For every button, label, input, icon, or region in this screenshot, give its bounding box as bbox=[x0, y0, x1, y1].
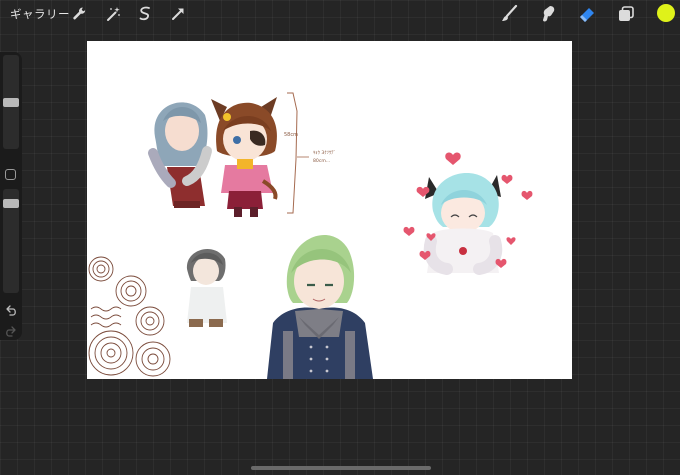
character-horse-ears bbox=[211, 97, 278, 217]
eraser-icon[interactable] bbox=[576, 3, 598, 25]
svg-text:58cm: 58cm bbox=[284, 132, 298, 138]
modify-button-icon[interactable] bbox=[5, 169, 16, 180]
character-green-hair bbox=[267, 234, 373, 379]
layers-icon[interactable] bbox=[615, 3, 637, 25]
brush-icon[interactable] bbox=[498, 3, 520, 25]
selection-icon[interactable] bbox=[134, 3, 156, 25]
artwork: 58cm ｷｮｳ 3ｸｿｳﾃﾞ 80cm... bbox=[88, 92, 533, 379]
character-cat-ears bbox=[423, 172, 503, 275]
height-annotation: 58cm ｷｮｳ 3ｸｿｳﾃﾞ 80cm... bbox=[284, 92, 336, 214]
svg-text:80cm...: 80cm... bbox=[313, 158, 330, 164]
drawing-canvas[interactable]: 58cm ｷｮｳ 3ｸｿｳﾃﾞ 80cm... bbox=[87, 41, 572, 379]
magic-wand-icon[interactable] bbox=[102, 3, 124, 25]
character-blue-hair bbox=[148, 102, 212, 208]
transform-icon[interactable] bbox=[167, 3, 189, 25]
sidebar bbox=[0, 52, 22, 340]
color-picker-swatch[interactable] bbox=[657, 4, 675, 22]
character-small-grey bbox=[186, 248, 227, 327]
top-toolbar: ギャラリー bbox=[0, 0, 680, 28]
gallery-button[interactable]: ギャラリー bbox=[10, 6, 70, 22]
home-indicator bbox=[251, 466, 431, 470]
smudge-icon[interactable] bbox=[537, 3, 559, 25]
redo-icon[interactable] bbox=[4, 324, 18, 338]
brush-size-thumb[interactable] bbox=[3, 97, 19, 107]
wrench-icon[interactable] bbox=[68, 3, 90, 25]
spiral-scribbles bbox=[88, 256, 171, 377]
svg-text:ｷｮｳ 3ｸｿｳﾃﾞ: ｷｮｳ 3ｸｿｳﾃﾞ bbox=[313, 149, 336, 156]
undo-icon[interactable] bbox=[4, 303, 18, 317]
opacity-thumb[interactable] bbox=[3, 198, 19, 208]
